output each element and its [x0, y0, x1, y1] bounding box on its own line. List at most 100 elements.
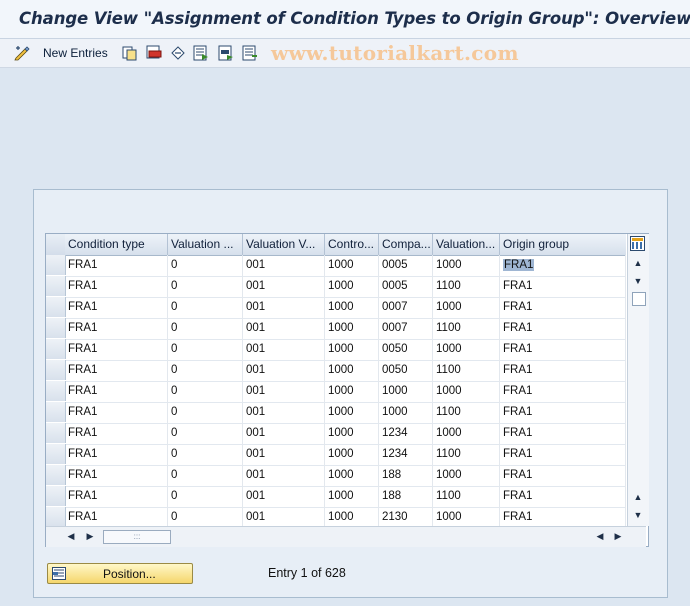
cell-valuation-area[interactable]: 1000	[433, 465, 500, 486]
row-selector[interactable]	[46, 297, 66, 317]
scroll-right-right-arrow-icon[interactable]: ▶	[609, 531, 627, 542]
cell-valuation-view[interactable]: 001	[243, 507, 325, 528]
column-header-valuation-area[interactable]: Valuation...	[433, 234, 500, 255]
deselect-all-icon[interactable]	[242, 45, 258, 61]
row-selector[interactable]	[46, 360, 66, 380]
cell-controlling-area[interactable]: 1000	[325, 486, 379, 507]
cell-origin-group[interactable]: FRA1	[500, 339, 626, 360]
cell-condition-type[interactable]: FRA1	[65, 423, 168, 444]
cell-valuation-area[interactable]: 1100	[433, 444, 500, 465]
cell-origin-group[interactable]: FRA1	[500, 423, 626, 444]
cell-condition-type[interactable]: FRA1	[65, 507, 168, 528]
cell-valuation-view[interactable]: 001	[243, 423, 325, 444]
cell-origin-group[interactable]: FRA1	[500, 360, 626, 381]
cell-valuation[interactable]: 0	[168, 486, 243, 507]
cell-valuation-area[interactable]: 1100	[433, 402, 500, 423]
cell-company-code[interactable]: 1234	[379, 444, 433, 465]
cell-valuation-area[interactable]: 1000	[433, 339, 500, 360]
cell-company-code[interactable]: 0005	[379, 255, 433, 276]
row-selector[interactable]	[46, 423, 66, 443]
cell-valuation[interactable]: 0	[168, 318, 243, 339]
select-block-icon[interactable]	[218, 45, 234, 61]
row-selector[interactable]	[46, 381, 66, 401]
cell-company-code[interactable]: 188	[379, 465, 433, 486]
cell-valuation-view[interactable]: 001	[243, 297, 325, 318]
cell-controlling-area[interactable]: 1000	[325, 444, 379, 465]
cell-company-code[interactable]: 1000	[379, 381, 433, 402]
cell-valuation-view[interactable]: 001	[243, 255, 325, 276]
column-header-controlling-area[interactable]: Contro...	[325, 234, 379, 255]
cell-condition-type[interactable]: FRA1	[65, 444, 168, 465]
cell-controlling-area[interactable]: 1000	[325, 402, 379, 423]
row-selector[interactable]	[46, 444, 66, 464]
cell-valuation-area[interactable]: 1000	[433, 423, 500, 444]
cell-origin-group[interactable]: FRA1	[500, 444, 626, 465]
cell-controlling-area[interactable]: 1000	[325, 318, 379, 339]
cell-valuation[interactable]: 0	[168, 255, 243, 276]
cell-valuation[interactable]: 0	[168, 297, 243, 318]
column-header-valuation-view[interactable]: Valuation V...	[243, 234, 325, 255]
cell-condition-type[interactable]: FRA1	[65, 339, 168, 360]
cell-company-code[interactable]: 0050	[379, 360, 433, 381]
row-selector[interactable]	[46, 402, 66, 422]
row-selector[interactable]	[46, 318, 66, 338]
cell-company-code[interactable]: 0007	[379, 318, 433, 339]
cell-valuation-area[interactable]: 1100	[433, 276, 500, 297]
cell-valuation[interactable]: 0	[168, 381, 243, 402]
cell-controlling-area[interactable]: 1000	[325, 276, 379, 297]
select-all-rows-header[interactable]	[46, 234, 66, 255]
cell-valuation-view[interactable]: 001	[243, 276, 325, 297]
cell-condition-type[interactable]: FRA1	[65, 360, 168, 381]
column-header-origin-group[interactable]: Origin group	[500, 234, 626, 255]
row-selector[interactable]	[46, 276, 66, 296]
cell-company-code[interactable]: 188	[379, 486, 433, 507]
cell-company-code[interactable]: 0005	[379, 276, 433, 297]
cell-condition-type[interactable]: FRA1	[65, 318, 168, 339]
cell-valuation-area[interactable]: 1000	[433, 507, 500, 528]
cell-valuation-view[interactable]: 001	[243, 318, 325, 339]
cell-condition-type[interactable]: FRA1	[65, 381, 168, 402]
cell-controlling-area[interactable]: 1000	[325, 297, 379, 318]
cell-condition-type[interactable]: FRA1	[65, 486, 168, 507]
column-header-condition-type[interactable]: Condition type	[65, 234, 168, 255]
cell-valuation-view[interactable]: 001	[243, 381, 325, 402]
scroll-right-left-arrow-icon[interactable]: ◀	[591, 531, 609, 542]
scroll-left-arrow-icon[interactable]: ◀	[62, 531, 80, 542]
cell-valuation-area[interactable]: 1100	[433, 360, 500, 381]
column-header-company-code[interactable]: Compa...	[379, 234, 433, 255]
new-entries-button[interactable]: New Entries	[43, 46, 108, 60]
cell-valuation-view[interactable]: 001	[243, 465, 325, 486]
cell-condition-type[interactable]: FRA1	[65, 297, 168, 318]
cell-origin-group[interactable]: FRA1	[500, 381, 626, 402]
row-selector[interactable]	[46, 339, 66, 359]
cell-valuation-view[interactable]: 001	[243, 339, 325, 360]
cell-controlling-area[interactable]: 1000	[325, 381, 379, 402]
cell-controlling-area[interactable]: 1000	[325, 465, 379, 486]
cell-origin-group[interactable]: FRA1	[500, 297, 626, 318]
column-configuration-icon[interactable]	[630, 236, 645, 251]
column-header-valuation[interactable]: Valuation ...	[168, 234, 243, 255]
cell-valuation-area[interactable]: 1100	[433, 486, 500, 507]
vertical-scrollbar[interactable]: ▲ ▼ ▲ ▼	[627, 234, 649, 526]
cell-controlling-area[interactable]: 1000	[325, 255, 379, 276]
cell-origin-group[interactable]: FRA1	[500, 255, 626, 276]
scroll-page-up-arrow-icon[interactable]: ▲	[629, 492, 647, 502]
cell-valuation-area[interactable]: 1000	[433, 297, 500, 318]
horizontal-scrollbar[interactable]: ◀ ▶ ::: ◀ ▶	[46, 526, 646, 547]
cell-valuation-view[interactable]: 001	[243, 444, 325, 465]
cell-controlling-area[interactable]: 1000	[325, 360, 379, 381]
cell-condition-type[interactable]: FRA1	[65, 402, 168, 423]
display-change-icon[interactable]	[14, 45, 30, 61]
cell-company-code[interactable]: 2130	[379, 507, 433, 528]
scroll-page-down-arrow-icon[interactable]: ▼	[629, 510, 647, 520]
cell-company-code[interactable]: 0050	[379, 339, 433, 360]
scroll-right-arrow-icon[interactable]: ▶	[81, 531, 99, 542]
delete-icon[interactable]	[146, 45, 162, 61]
row-selector[interactable]	[46, 486, 66, 506]
cell-condition-type[interactable]: FRA1	[65, 276, 168, 297]
cell-valuation[interactable]: 0	[168, 507, 243, 528]
cell-valuation-view[interactable]: 001	[243, 360, 325, 381]
cell-condition-type[interactable]: FRA1	[65, 255, 168, 276]
row-selector[interactable]	[46, 507, 66, 527]
cell-controlling-area[interactable]: 1000	[325, 423, 379, 444]
